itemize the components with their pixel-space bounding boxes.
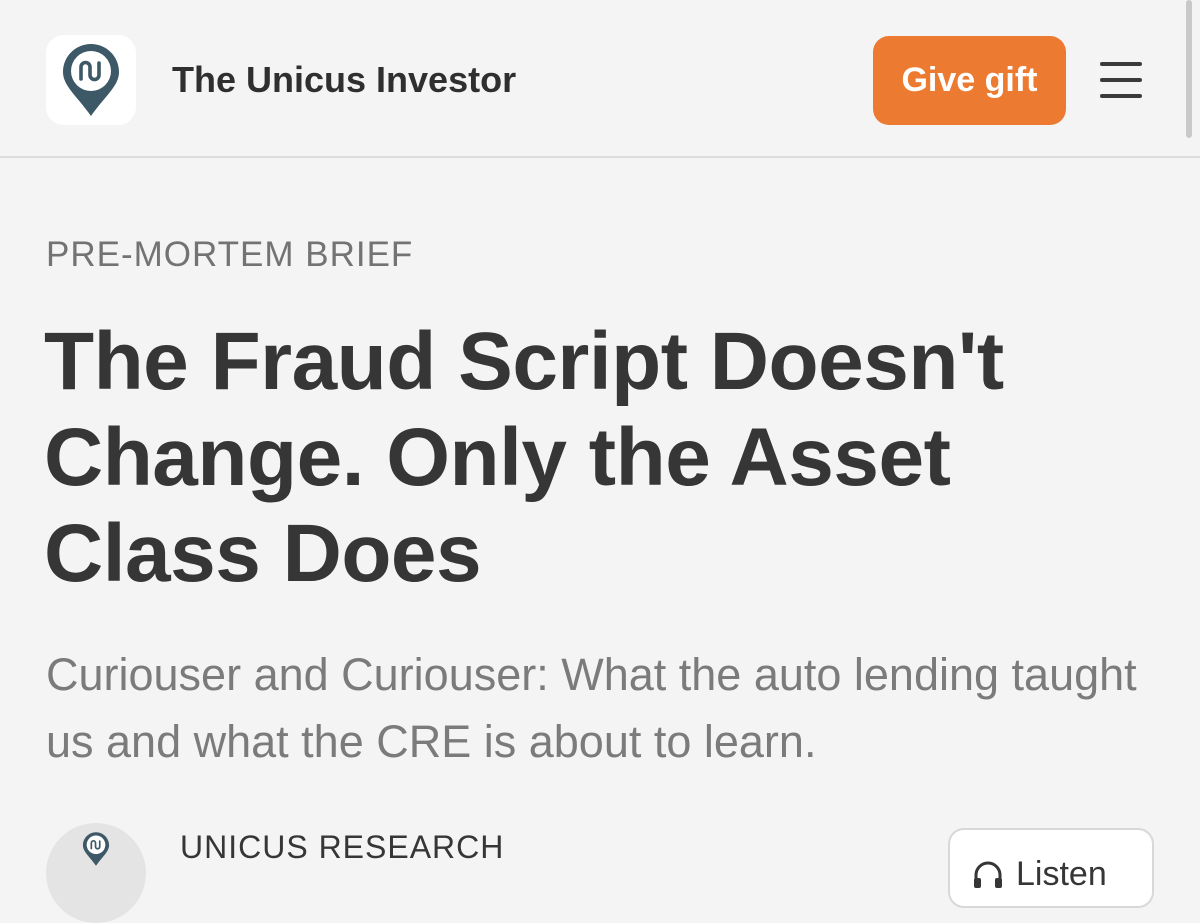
site-logo[interactable] <box>46 35 136 125</box>
article-kicker: PRE-MORTEM BRIEF <box>46 235 414 274</box>
listen-label: Listen <box>1016 855 1107 893</box>
scrollbar-thumb[interactable] <box>1186 0 1192 138</box>
give-gift-button[interactable]: Give gift <box>873 36 1066 125</box>
author-name[interactable]: UNICUS RESEARCH <box>180 828 504 866</box>
map-pin-logo-icon <box>63 44 119 116</box>
top-nav-bar: The Unicus Investor Give gift <box>0 0 1200 158</box>
headphones-icon <box>974 861 1002 888</box>
author-avatar[interactable] <box>46 823 146 923</box>
site-title[interactable]: The Unicus Investor <box>172 58 516 102</box>
map-pin-avatar-icon <box>82 832 110 866</box>
listen-button[interactable]: Listen <box>948 828 1154 908</box>
hamburger-menu-icon[interactable] <box>1098 62 1144 100</box>
article-title: The Fraud Script Doesn't Change. Only th… <box>44 316 1004 599</box>
article-subtitle: Curiouser and Curiouser: What the auto l… <box>46 649 1137 767</box>
